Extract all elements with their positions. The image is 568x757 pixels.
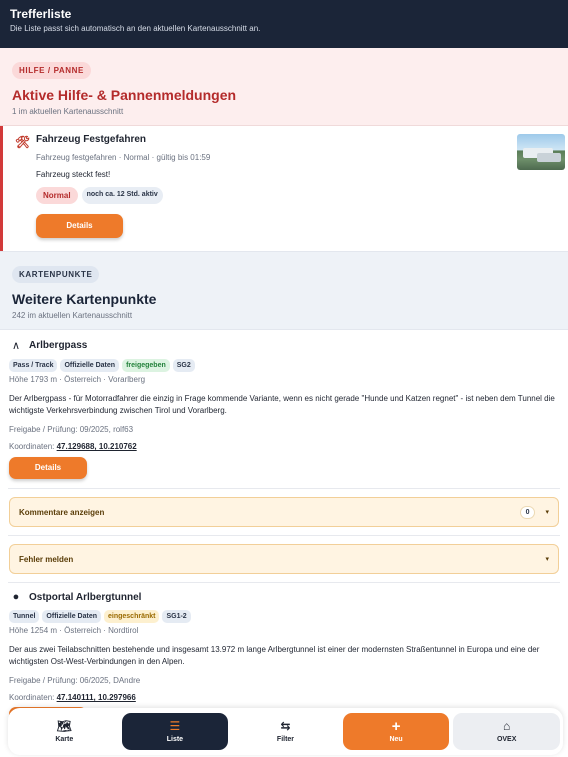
poi-description: Der aus zwei Teilabschnitten bestehende … xyxy=(9,645,540,666)
nav-label: Karte xyxy=(55,736,74,743)
divider xyxy=(8,535,560,536)
hilfe-section-header: HILFE / PANNE Aktive Hilfe- & Pannenmeld… xyxy=(0,48,568,126)
poi-details-button[interactable]: Details xyxy=(9,457,87,479)
kartenpunkte-heading: Weitere Kartenpunkte xyxy=(12,291,157,307)
nav-label: Liste xyxy=(166,736,184,743)
hilfe-count: 1 im aktuellen Kartenausschnitt xyxy=(12,107,124,116)
pass-icon: ∧ xyxy=(11,340,21,352)
alert-text: Fahrzeug steckt fest! xyxy=(36,170,111,179)
breakdown-icon: 🛠︎ xyxy=(15,135,31,149)
nav-ovex[interactable]: ⌂ OVEX xyxy=(453,713,560,750)
comments-expander[interactable]: Kommentare anzeigen 0 ▾ xyxy=(9,497,559,527)
tag-type: Pass / Track xyxy=(9,359,58,372)
poi-release: Freigabe / Prüfung: 09/2025, rolf63 xyxy=(9,425,134,434)
filter-sliders-icon: ⇆ xyxy=(280,719,291,733)
bottom-navigation: 🗺︎ Karte ☰ Liste ⇆ Filter + Neu ⌂ OVEX xyxy=(8,708,563,755)
alert-photo-thumbnail[interactable] xyxy=(517,134,565,170)
poi-card-arlbergpass[interactable]: ∧ Arlbergpass Pass / Track Offizielle Da… xyxy=(0,330,568,479)
tunnel-dot-icon: ● xyxy=(12,591,20,603)
comments-count-badge: 0 xyxy=(519,505,536,519)
list-icon: ☰ xyxy=(169,719,181,733)
divider xyxy=(8,488,560,489)
chevron-down-icon: ▾ xyxy=(545,509,549,516)
map-icon: 🗺︎ xyxy=(56,719,72,733)
report-error-expander[interactable]: Fehler melden ▾ xyxy=(9,544,559,574)
alert-meta: Fahrzeug festgefahren · Normal · gültig … xyxy=(36,153,211,162)
kartenpunkte-tag: KARTENPUNKTE xyxy=(12,266,100,283)
alert-title: Fahrzeug Festgefahren xyxy=(36,134,147,145)
nav-label: OVEX xyxy=(496,736,517,743)
comments-label: Kommentare anzeigen xyxy=(19,507,105,517)
tag-source: Offizielle Daten xyxy=(60,359,120,372)
nav-label: Neu xyxy=(389,736,403,743)
tag-difficulty: SG2 xyxy=(172,359,195,372)
page-title: Trefferliste xyxy=(10,7,72,21)
tag-status: eingeschränkt xyxy=(104,610,160,623)
nav-filter[interactable]: ⇆ Filter xyxy=(232,713,339,750)
validity-badge: noch ca. 12 Std. aktiv xyxy=(81,187,163,204)
tag-difficulty: SG1-2 xyxy=(162,610,191,623)
chevron-down-icon: ▾ xyxy=(545,556,549,563)
poi-release: Freigabe / Prüfung: 06/2025, DAndre xyxy=(9,676,141,685)
priority-badge: Normal xyxy=(36,187,78,204)
nav-neu[interactable]: + Neu xyxy=(342,713,450,750)
report-label: Fehler melden xyxy=(19,554,74,564)
poi-meta: Höhe 1793 m · Österreich · Vorarlberg xyxy=(9,375,146,384)
tag-status: freigegeben xyxy=(122,359,170,372)
poi-card-ostportal[interactable]: ● Ostportal Arlbergtunnel Tunnel Offizie… xyxy=(0,583,568,702)
tag-source: Offizielle Daten xyxy=(42,610,101,623)
page-subtitle: Die Liste passt sich automatisch an den … xyxy=(10,24,261,33)
poi-title: Ostportal Arlbergtunnel xyxy=(29,591,142,603)
plus-icon: + xyxy=(391,718,401,735)
nav-liste[interactable]: ☰ Liste xyxy=(121,713,229,750)
kartenpunkte-section-header: KARTENPUNKTE Weitere Kartenpunkte 242 im… xyxy=(0,251,568,330)
coord-link[interactable]: 47.140111, 10.297966 xyxy=(57,693,136,702)
kartenpunkte-count: 242 im aktuellen Kartenausschnitt xyxy=(12,311,133,320)
alert-card[interactable]: 🛠︎ Fahrzeug Festgefahren Fahrzeug festge… xyxy=(0,126,568,251)
coord-link[interactable]: 47.129688, 10.210762 xyxy=(57,442,137,451)
nav-label: Filter xyxy=(276,736,295,743)
alert-details-button[interactable]: Details xyxy=(36,214,123,238)
poi-title: Arlbergpass xyxy=(29,340,88,351)
poi-coordinates: Koordinaten: 47.140111, 10.297966 xyxy=(9,693,559,702)
nav-karte[interactable]: 🗺︎ Karte xyxy=(11,713,118,750)
hilfe-heading: Aktive Hilfe- & Pannenmeldungen xyxy=(12,87,237,103)
hilfe-tag: HILFE / PANNE xyxy=(12,62,91,79)
top-header: Trefferliste Die Liste passt sich automa… xyxy=(0,0,568,48)
home-icon: ⌂ xyxy=(503,719,511,733)
coord-label: Koordinaten: xyxy=(9,693,55,702)
poi-meta: Höhe 1254 m · Österreich · Nordtirol xyxy=(9,626,139,635)
poi-description: Der Arlbergpass - für Motorradfahrer die… xyxy=(9,394,555,415)
coord-label: Koordinaten: xyxy=(9,442,55,451)
poi-coordinates: Koordinaten: 47.129688, 10.210762 xyxy=(9,442,559,451)
tag-type: Tunnel xyxy=(9,610,40,623)
